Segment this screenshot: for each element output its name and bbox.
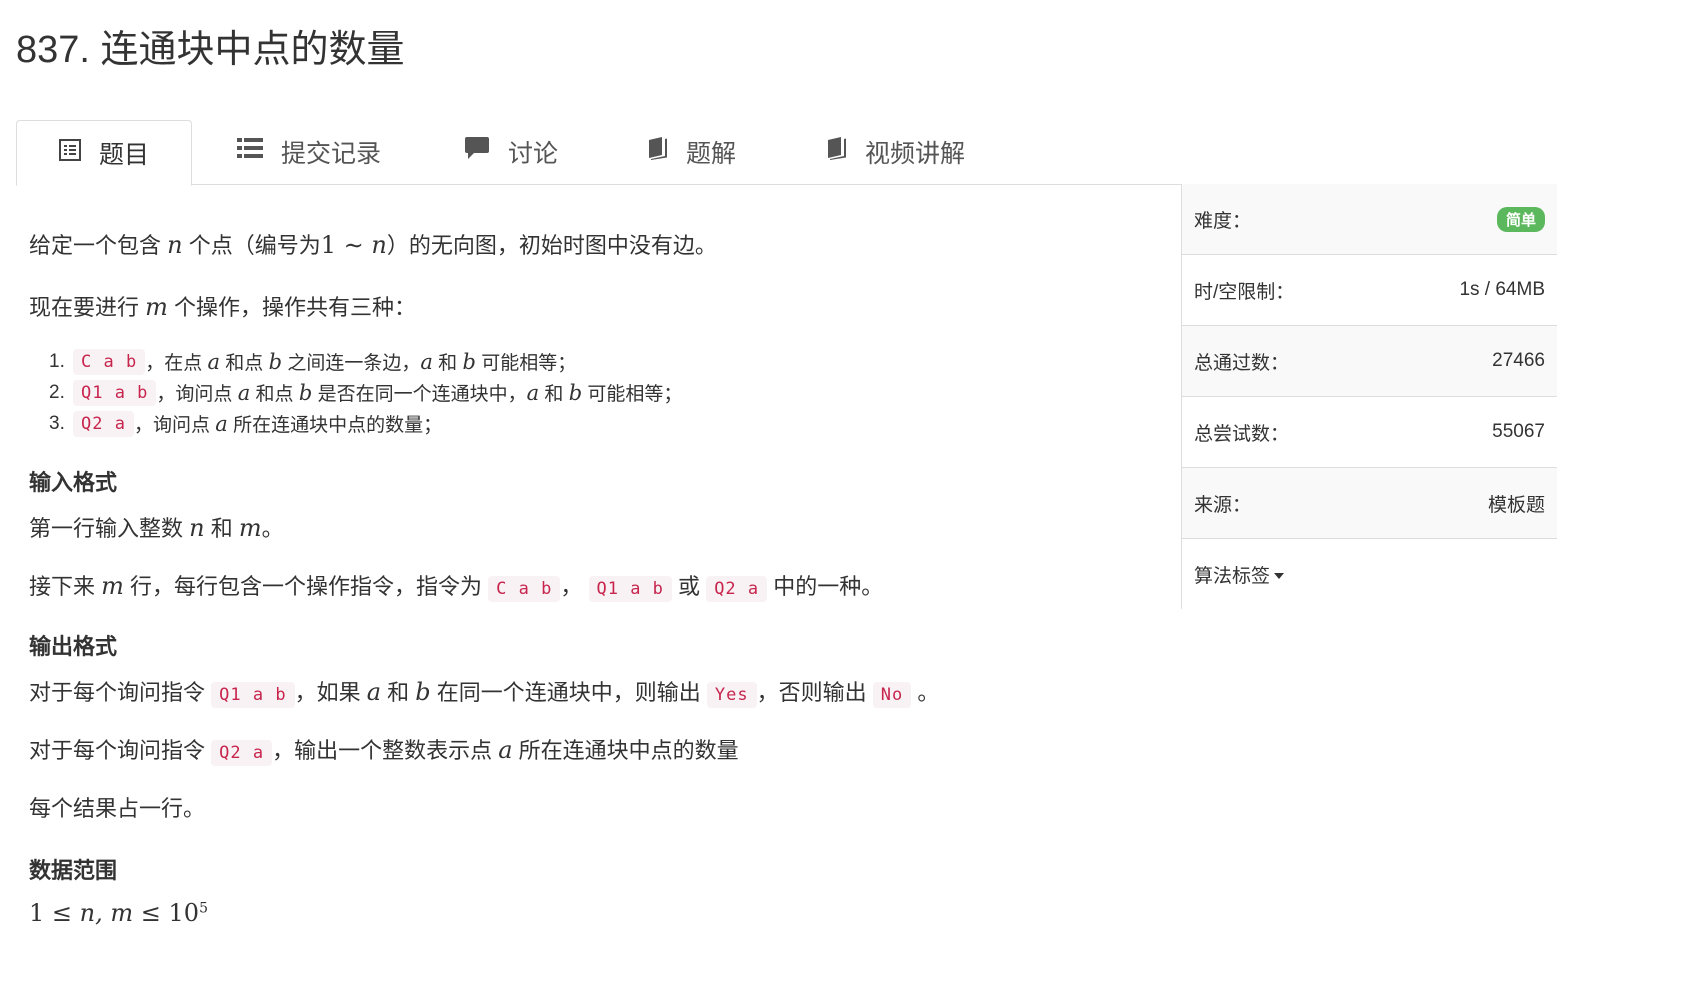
statement-paragraph: 对于每个询问指令 Q2 a ，输出一个整数表示点 a 所在连通块中点的数量 [29,736,739,766]
operation-list: 1. C a b ，在点 a 和点 b 之间连一条边， a 和 b 可能相等； 2.… [29,346,1169,439]
statement-paragraph: 给定一个包含 n 个点（编号为1 ∼ n）的无向图，初始时图中没有边。 [29,231,717,259]
limit-value: 1s / 64MB [1459,279,1545,300]
tab-label: 讨论 [508,139,559,168]
comment-icon [464,136,490,167]
difficulty-badge: 简单 [1496,206,1545,232]
output-format-heading: 输出格式 [29,634,118,659]
tab-label: 题解 [686,139,737,168]
tab-label: 题目 [98,141,149,169]
data-range-heading: 数据范围 [29,858,118,883]
input-format-heading: 输入格式 [29,470,118,495]
list-item: 1. C a b ，在点 a 和点 b 之间连一条边， a 和 b 可能相等； [49,348,577,375]
list-item: 3. Q2 a ，询问点 a 所在连通块中点的数量； [49,410,443,437]
data-range-formula: 1 ≤ n, m ≤ 105 [29,899,208,927]
tab-video[interactable]: 视频讲解 [825,120,965,183]
source-value: 模板题 [1487,494,1545,516]
difficulty-label: 难度： [1194,210,1252,232]
tried-value: 55067 [1492,421,1545,442]
statement-paragraph: 对于每个询问指令 Q1 a b ，如果 a 和 b 在同一个连通块中，则输出 Ye… [29,678,940,708]
tags-row: 算法标签 [1182,539,1557,609]
limit-row: 时/空限制： 1s / 64MB [1182,255,1557,326]
tab-label: 视频讲解 [865,139,966,168]
passed-row: 总通过数： 27466 [1182,326,1557,397]
tab-submissions[interactable]: 提交记录 [237,120,381,183]
statement-paragraph: 每个结果占一行。 [29,796,206,821]
page-title: 837. 连通块中点的数量 [16,29,405,71]
problem-tabs: 题目 提交记录 讨论 题解 视频讲解 [16,120,1556,186]
tags-label: 算法标签 [1194,565,1271,587]
list-alt-icon [58,138,81,168]
problem-info-sidebar: 难度： 简单 时/空限制： 1s / 64MB 总通过数： 27466 总尝试数… [1181,184,1557,609]
difficulty-row: 难度： 简单 [1182,184,1557,255]
list-icon [237,137,263,166]
algorithm-tags-toggle[interactable]: 算法标签 [1194,561,1285,588]
tried-row: 总尝试数： 55067 [1182,397,1557,468]
tab-solutions[interactable]: 题解 [646,120,736,183]
limit-label: 时/空限制： [1194,281,1295,303]
problem-content: 给定一个包含 n 个点（编号为1 ∼ n）的无向图，初始时图中没有边。 现在要进… [29,200,1169,927]
tab-label: 提交记录 [281,139,382,168]
passed-label: 总通过数： [1194,352,1290,374]
statement-paragraph: 第一行输入整数 n 和 m。 [29,514,284,542]
book-icon [825,136,847,167]
statement-paragraph: 现在要进行 m 个操作，操作共有三种： [29,293,417,321]
caret-down-icon [1274,573,1285,580]
source-row: 来源： 模板题 [1182,468,1557,539]
tried-label: 总尝试数： [1194,423,1290,445]
passed-value: 27466 [1492,350,1545,371]
tab-discussion[interactable]: 讨论 [464,120,558,183]
source-label: 来源： [1194,494,1252,516]
tab-problem[interactable]: 题目 [16,120,192,186]
statement-paragraph: 接下来 m 行，每行包含一个操作指令，指令为 C a b， Q1 a b 或 Q… [29,572,884,602]
book-icon [646,136,668,167]
list-item: 2. Q1 a b ，询问点 a 和点 b 是否在同一个连通块中， a 和 b 可能… [49,379,683,406]
